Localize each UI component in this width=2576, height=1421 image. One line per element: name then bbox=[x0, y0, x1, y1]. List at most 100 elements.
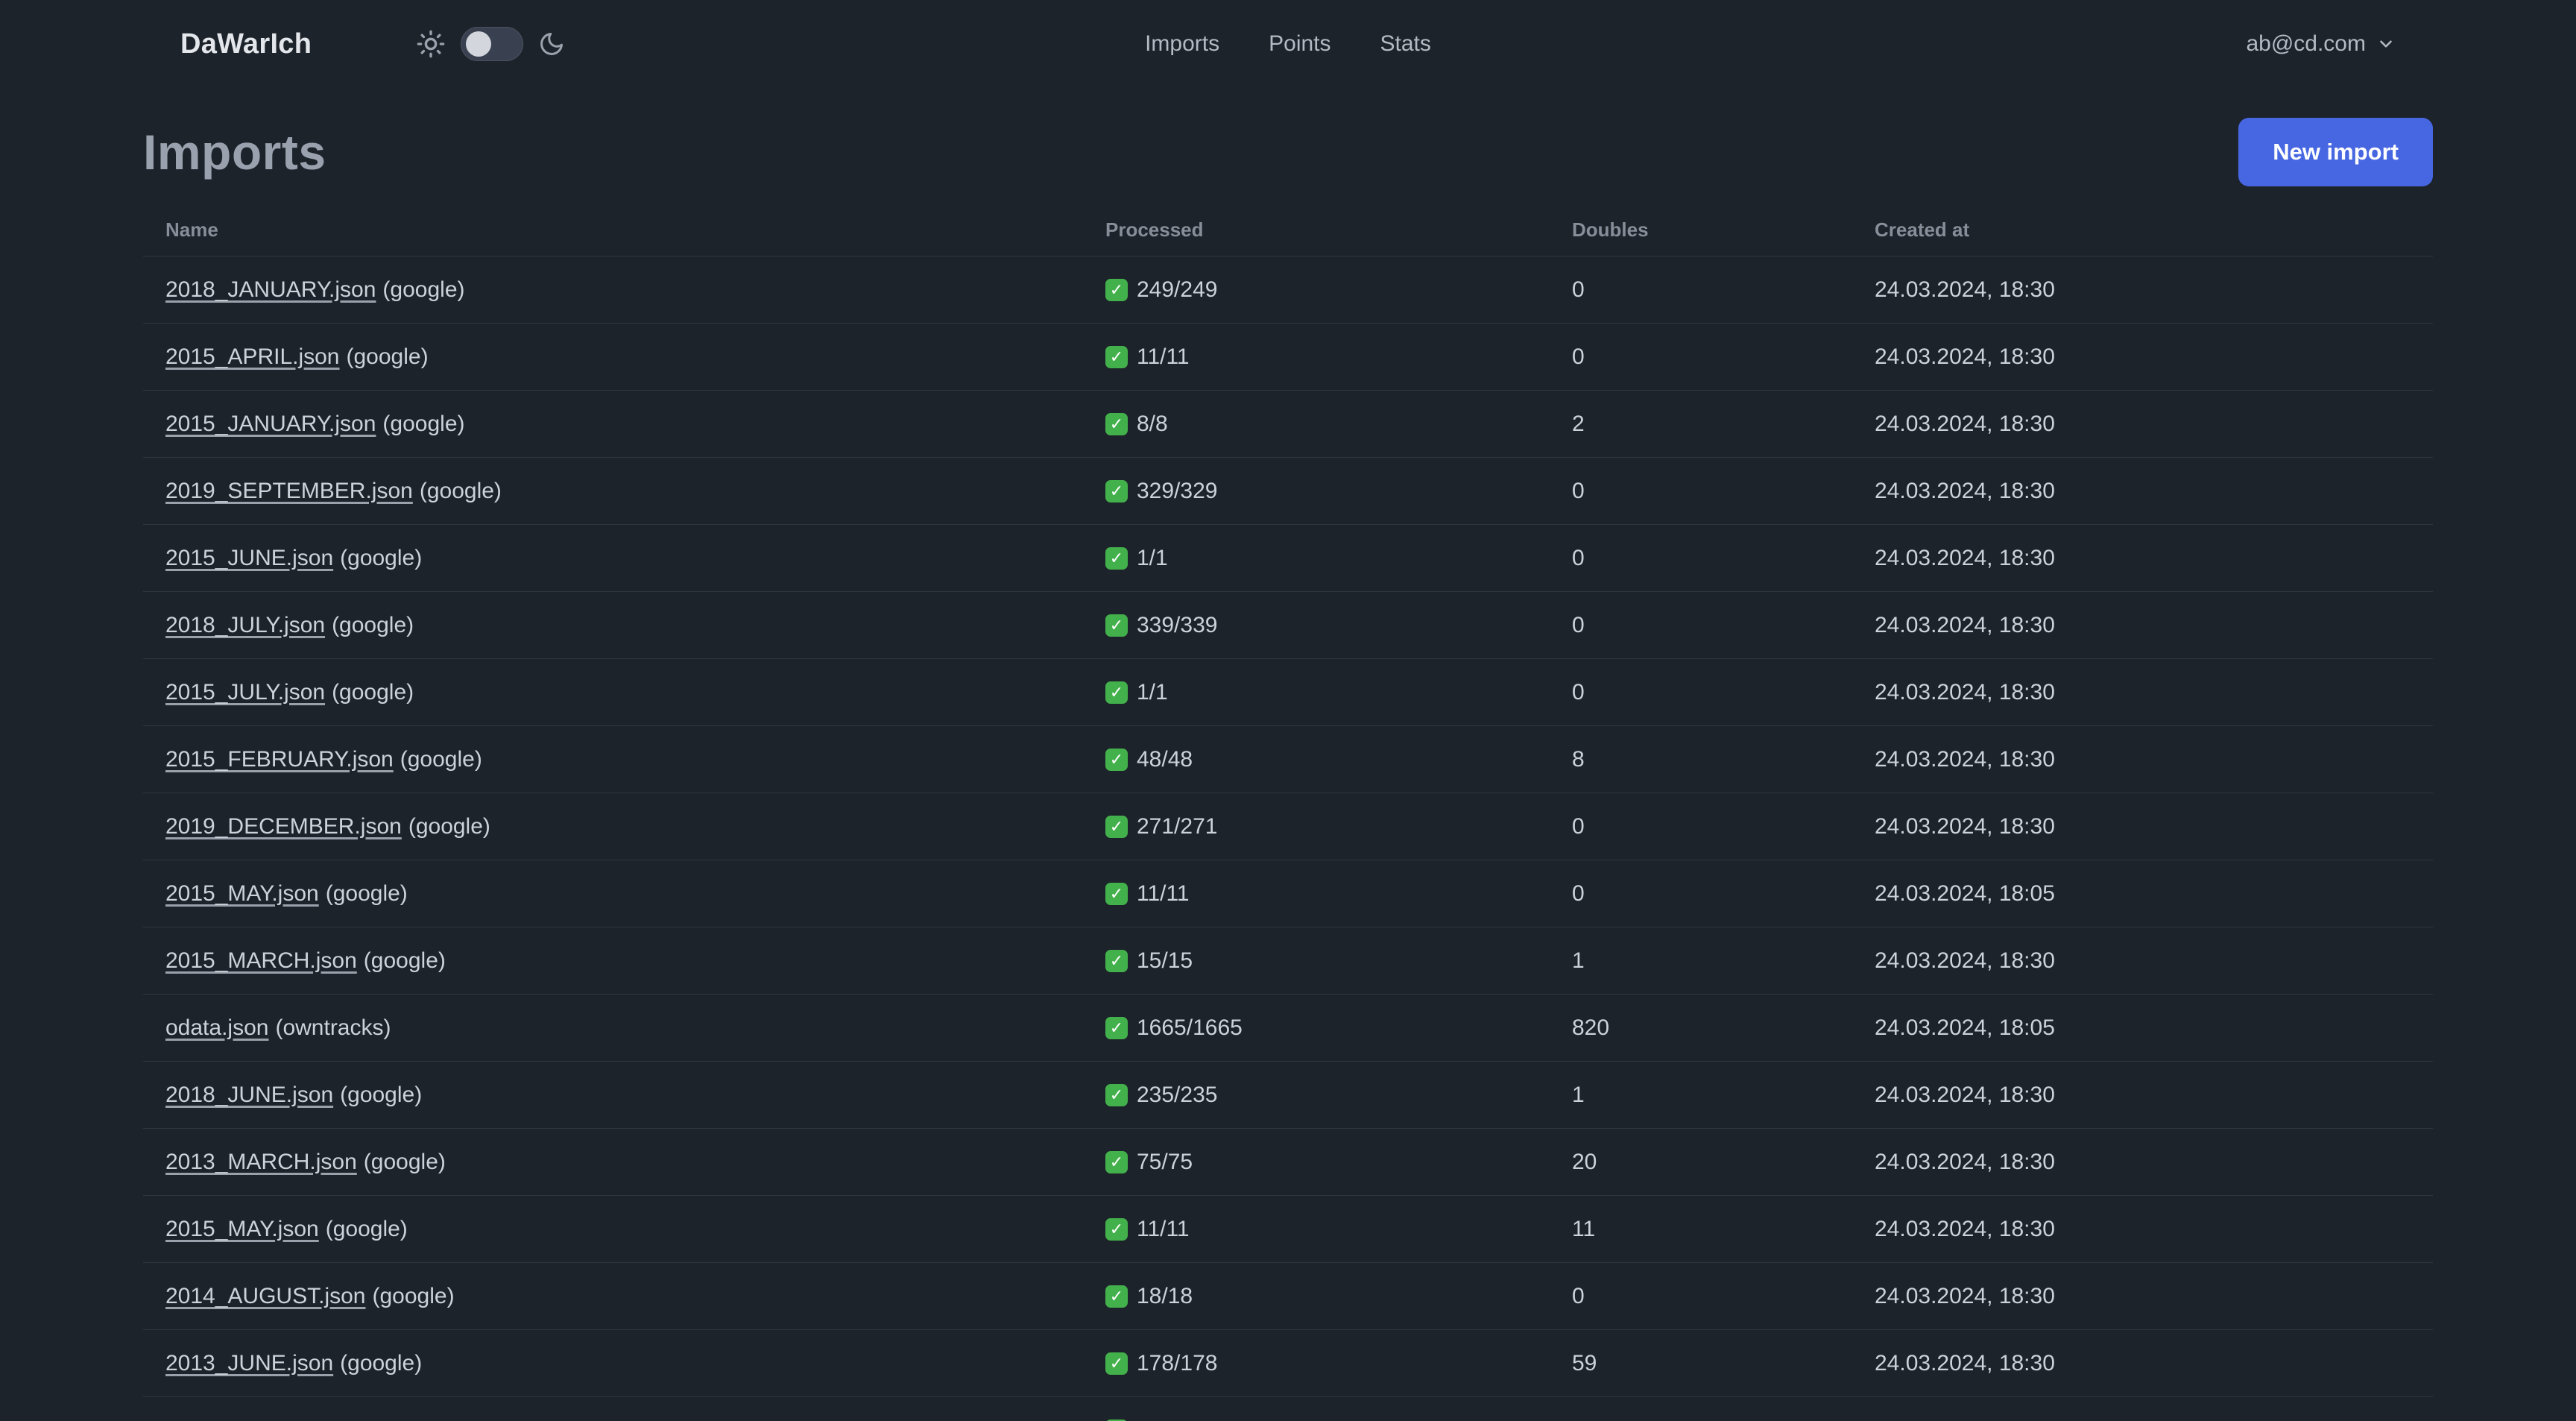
success-check-icon: ✓ bbox=[1105, 882, 1128, 905]
import-source: (google) bbox=[346, 344, 429, 369]
import-file-link[interactable]: 2018_JUNE.json bbox=[165, 1083, 333, 1107]
import-file-link[interactable]: 2015_JUNE.json bbox=[165, 546, 333, 570]
import-file-link[interactable]: 2018_JULY.json bbox=[165, 613, 325, 637]
main-content: Imports New import Name Processed Double… bbox=[143, 88, 2433, 1421]
import-file-link[interactable]: 2015_JULY.json bbox=[165, 680, 325, 705]
table-body: 2018_JANUARY.json (google) ✓ 249/249 0 24… bbox=[143, 256, 2433, 1421]
import-source: (google) bbox=[419, 478, 502, 503]
table-row: 2015_JANUARY.json (google) ✓ 8/8 2 24.03.… bbox=[143, 391, 2433, 458]
success-check-icon: ✓ bbox=[1105, 1217, 1128, 1241]
import-source: (google) bbox=[340, 1350, 423, 1376]
processed-count: 1665/1665 bbox=[1137, 1015, 1243, 1040]
created-at: 24.03.2024, 18:30 bbox=[1875, 1350, 2055, 1376]
success-check-icon: ✓ bbox=[1105, 1285, 1128, 1308]
new-import-button[interactable]: New import bbox=[2238, 118, 2433, 186]
import-source: (google) bbox=[400, 746, 482, 772]
import-file-link[interactable]: 2015_FEBRUARY.json bbox=[165, 747, 394, 772]
name-cell: 2018_JUNE.json (google) bbox=[165, 1083, 1105, 1108]
name-cell: odata.json (owntracks) bbox=[165, 1015, 1105, 1041]
success-check-icon: ✓ bbox=[1105, 479, 1128, 502]
success-check-icon: ✓ bbox=[1105, 1150, 1128, 1173]
name-cell: 2014_AUGUST.json (google) bbox=[165, 1284, 1105, 1309]
import-source: (google) bbox=[382, 411, 465, 436]
table-row: 2015_MARCH.json (google) ✓ 15/15 1 24.03.… bbox=[143, 927, 2433, 995]
created-at: 24.03.2024, 18:30 bbox=[1875, 277, 2055, 302]
success-check-icon: ✓ bbox=[1105, 1352, 1128, 1375]
processed-cell: ✓ 8/8 bbox=[1105, 412, 1572, 437]
moon-icon bbox=[538, 31, 565, 57]
page-title: Imports bbox=[143, 125, 326, 180]
table-row: 2013_MARCH.json (google) ✓ 75/75 20 24.03… bbox=[143, 1129, 2433, 1196]
processed-cell: ✓ 48/48 bbox=[1105, 747, 1572, 772]
sun-icon bbox=[416, 29, 446, 59]
processed-count: 1/1 bbox=[1137, 679, 1168, 705]
created-at: 24.03.2024, 18:30 bbox=[1875, 478, 2055, 503]
import-file-link[interactable]: 2013_JUNE.json bbox=[165, 1351, 333, 1376]
import-file-link[interactable]: 2015_MARCH.json bbox=[165, 948, 357, 973]
table-row: 2015_JULY.json (google) ✓ 1/1 0 24.03.202… bbox=[143, 659, 2433, 726]
page-header: Imports New import bbox=[143, 115, 2433, 189]
name-cell: 2018_JANUARY.json (google) bbox=[165, 277, 1105, 303]
created-at: 24.03.2024, 18:30 bbox=[1875, 545, 2055, 570]
created-at: 24.03.2024, 18:30 bbox=[1875, 1082, 2055, 1107]
import-file-link[interactable]: 2015_APRIL.json bbox=[165, 344, 340, 369]
name-cell: 2015_JANUARY.json (google) bbox=[165, 412, 1105, 437]
import-source: (google) bbox=[325, 880, 408, 906]
processed-cell: ✓ 11/11 bbox=[1105, 1217, 1572, 1242]
processed-cell: ✓ 1665/1665 bbox=[1105, 1015, 1572, 1041]
doubles-count: 820 bbox=[1572, 1015, 1610, 1040]
doubles-count: 0 bbox=[1572, 679, 1585, 705]
import-file-link[interactable]: 2014_AUGUST.json bbox=[165, 1284, 365, 1308]
created-at: 24.03.2024, 18:05 bbox=[1875, 880, 2055, 906]
nav-link-stats[interactable]: Stats bbox=[1380, 31, 1431, 57]
doubles-count: 20 bbox=[1572, 1149, 1597, 1174]
processed-count: 1/1 bbox=[1137, 545, 1168, 570]
processed-count: 178/178 bbox=[1137, 1350, 1218, 1376]
import-file-link[interactable]: odata.json bbox=[165, 1015, 268, 1040]
chevron-down-icon bbox=[2376, 34, 2396, 54]
processed-cell: ✓ 11/11 bbox=[1105, 344, 1572, 370]
name-cell: 2015_APRIL.json (google) bbox=[165, 344, 1105, 370]
import-file-link[interactable]: 2019_DECEMBER.json bbox=[165, 814, 402, 839]
import-file-link[interactable]: 2015_MAY.json bbox=[165, 1217, 319, 1241]
success-check-icon: ✓ bbox=[1105, 614, 1128, 637]
processed-count: 339/339 bbox=[1137, 612, 1218, 637]
doubles-count: 0 bbox=[1572, 813, 1585, 839]
processed-cell: ✓ 75/75 bbox=[1105, 1150, 1572, 1175]
import-file-link[interactable]: 2015_MAY.json bbox=[165, 881, 319, 906]
processed-count: 271/271 bbox=[1137, 813, 1218, 839]
app-logo[interactable]: DaWarIch bbox=[180, 28, 312, 60]
import-source: (google) bbox=[332, 612, 414, 637]
doubles-count: 59 bbox=[1572, 1350, 1597, 1376]
doubles-count: 0 bbox=[1572, 612, 1585, 637]
created-at: 24.03.2024, 18:30 bbox=[1875, 344, 2055, 369]
table-row: 2013_JUNE.json (google) ✓ 178/178 59 24.0… bbox=[143, 1330, 2433, 1397]
success-check-icon: ✓ bbox=[1105, 546, 1128, 570]
success-check-icon: ✓ bbox=[1105, 949, 1128, 972]
processed-cell: ✓ 18/18 bbox=[1105, 1284, 1572, 1309]
processed-count: 235/235 bbox=[1137, 1082, 1218, 1107]
created-at: 24.03.2024, 18:30 bbox=[1875, 1149, 2055, 1174]
theme-toggle[interactable] bbox=[461, 27, 524, 61]
processed-count: 75/75 bbox=[1137, 1149, 1193, 1174]
user-menu[interactable]: ab@cd.com bbox=[2246, 31, 2396, 57]
table-row: 2015_MAY.json (google) ✓ 11/11 0 24.03.20… bbox=[143, 860, 2433, 927]
import-file-link[interactable]: 2013_MARCH.json bbox=[165, 1150, 357, 1174]
doubles-count: 0 bbox=[1572, 545, 1585, 570]
processed-count: 11/11 bbox=[1137, 880, 1190, 906]
import-file-link[interactable]: 2015_JANUARY.json bbox=[165, 412, 376, 436]
import-file-link[interactable]: 2018_JANUARY.json bbox=[165, 277, 376, 302]
table-row: 2015_APRIL.json (google) ✓ 11/11 0 24.03.… bbox=[143, 324, 2433, 391]
doubles-count: 8 bbox=[1572, 746, 1585, 772]
nav-link-imports[interactable]: Imports bbox=[1145, 31, 1219, 57]
nav-link-points[interactable]: Points bbox=[1269, 31, 1330, 57]
processed-cell: ✓ 329/329 bbox=[1105, 479, 1572, 504]
doubles-count: 2 bbox=[1572, 411, 1585, 436]
import-source: (google) bbox=[340, 1082, 423, 1107]
import-file-link[interactable]: 2019_SEPTEMBER.json bbox=[165, 479, 413, 503]
success-check-icon: ✓ bbox=[1105, 815, 1128, 838]
success-check-icon: ✓ bbox=[1105, 681, 1128, 704]
created-at: 24.03.2024, 18:30 bbox=[1875, 813, 2055, 839]
processed-cell: ✓ 15/15 bbox=[1105, 948, 1572, 974]
table-header: Name Processed Doubles Created at bbox=[143, 204, 2433, 256]
